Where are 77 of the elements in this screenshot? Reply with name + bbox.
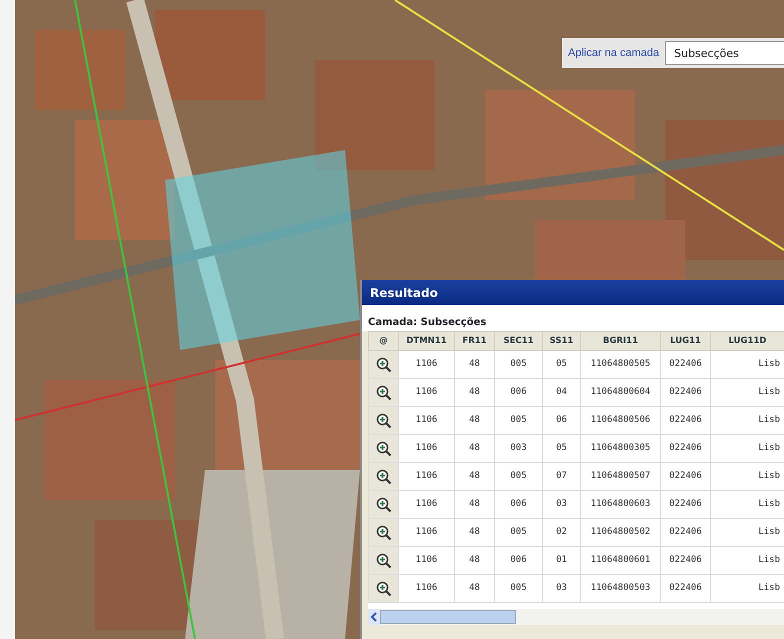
- table-cell: 022406: [660, 406, 710, 434]
- table-cell: 11064800506: [580, 406, 660, 434]
- zoom-in-icon[interactable]: [376, 580, 392, 596]
- table-cell: 03: [542, 574, 580, 602]
- column-header[interactable]: @: [368, 332, 398, 350]
- table-cell: 11064800601: [580, 546, 660, 574]
- table-cell: 48: [454, 574, 494, 602]
- zoom-in-icon[interactable]: [376, 468, 392, 484]
- table-cell: 1106: [398, 406, 454, 434]
- table-cell: 48: [454, 406, 494, 434]
- table-cell: 006: [494, 546, 542, 574]
- layer-dropdown[interactable]: Subsecções: [665, 41, 784, 65]
- table-cell: 006: [494, 490, 542, 518]
- table-cell: 48: [454, 546, 494, 574]
- table-cell: 1106: [398, 462, 454, 490]
- table-cell: 1106: [398, 378, 454, 406]
- panel-title: Resultado: [362, 280, 784, 305]
- table-cell: 11064800603: [580, 490, 660, 518]
- table-cell: 01: [542, 546, 580, 574]
- column-header[interactable]: SEC11: [494, 332, 542, 350]
- zoom-in-icon[interactable]: [376, 412, 392, 428]
- table-cell: 03: [542, 490, 580, 518]
- zoom-in-icon[interactable]: [376, 552, 392, 568]
- table-cell: 05: [542, 350, 580, 378]
- table-cell: 06: [542, 406, 580, 434]
- table-cell: 022406: [660, 350, 710, 378]
- table-cell: 02: [542, 518, 580, 546]
- table-cell: 1106: [398, 434, 454, 462]
- table-cell: 04: [542, 378, 580, 406]
- zoom-in-icon[interactable]: [376, 524, 392, 540]
- table-cell: 1106: [398, 490, 454, 518]
- table-cell: 022406: [660, 490, 710, 518]
- table-cell: 07: [542, 462, 580, 490]
- apply-layer-link[interactable]: Aplicar na camada: [568, 44, 660, 62]
- table-cell: 022406: [660, 574, 710, 602]
- column-header[interactable]: LUG11D: [710, 332, 784, 350]
- table-cell: 005: [494, 462, 542, 490]
- table-cell: 006: [494, 378, 542, 406]
- zoom-in-icon[interactable]: [376, 384, 392, 400]
- table-cell: 022406: [660, 518, 710, 546]
- table-cell: 005: [494, 406, 542, 434]
- table-cell: 11064800507: [580, 462, 660, 490]
- table-cell: 1106: [398, 546, 454, 574]
- table-cell: 05: [542, 434, 580, 462]
- table-cell: 48: [454, 462, 494, 490]
- column-header[interactable]: FR11: [454, 332, 494, 350]
- column-header[interactable]: BGRI11: [580, 332, 660, 350]
- table-cell: 022406: [660, 462, 710, 490]
- table-cell: 022406: [660, 434, 710, 462]
- table-cell: 1106: [398, 518, 454, 546]
- table-cell: 48: [454, 350, 494, 378]
- table-cell: 11064800503: [580, 574, 660, 602]
- column-header[interactable]: LUG11: [660, 332, 710, 350]
- zoom-in-icon[interactable]: [376, 356, 392, 372]
- table-cell: 1106: [398, 574, 454, 602]
- table-cell: 022406: [660, 378, 710, 406]
- table-cell: 11064800305: [580, 434, 660, 462]
- table-cell: 005: [494, 574, 542, 602]
- table-cell: 005: [494, 350, 542, 378]
- table-cell: 11064800604: [580, 378, 660, 406]
- zoom-in-icon[interactable]: [376, 496, 392, 512]
- column-header[interactable]: DTMN11: [398, 332, 454, 350]
- scroll-left-arrow[interactable]: [368, 609, 380, 625]
- scrollbar-thumb[interactable]: [380, 610, 516, 624]
- table-cell: 11064800502: [580, 518, 660, 546]
- table-cell: 48: [454, 518, 494, 546]
- table-cell: 48: [454, 434, 494, 462]
- table-cell: 022406: [660, 546, 710, 574]
- zoom-in-icon[interactable]: [376, 440, 392, 456]
- column-header[interactable]: SS11: [542, 332, 580, 350]
- table-cell: 48: [454, 490, 494, 518]
- table-cell: 1106: [398, 350, 454, 378]
- table-cell: 11064800505: [580, 350, 660, 378]
- table-cell: 005: [494, 518, 542, 546]
- table-cell: 48: [454, 378, 494, 406]
- table-cell: 003: [494, 434, 542, 462]
- layer-caption: Camada: Subsecções: [362, 305, 784, 331]
